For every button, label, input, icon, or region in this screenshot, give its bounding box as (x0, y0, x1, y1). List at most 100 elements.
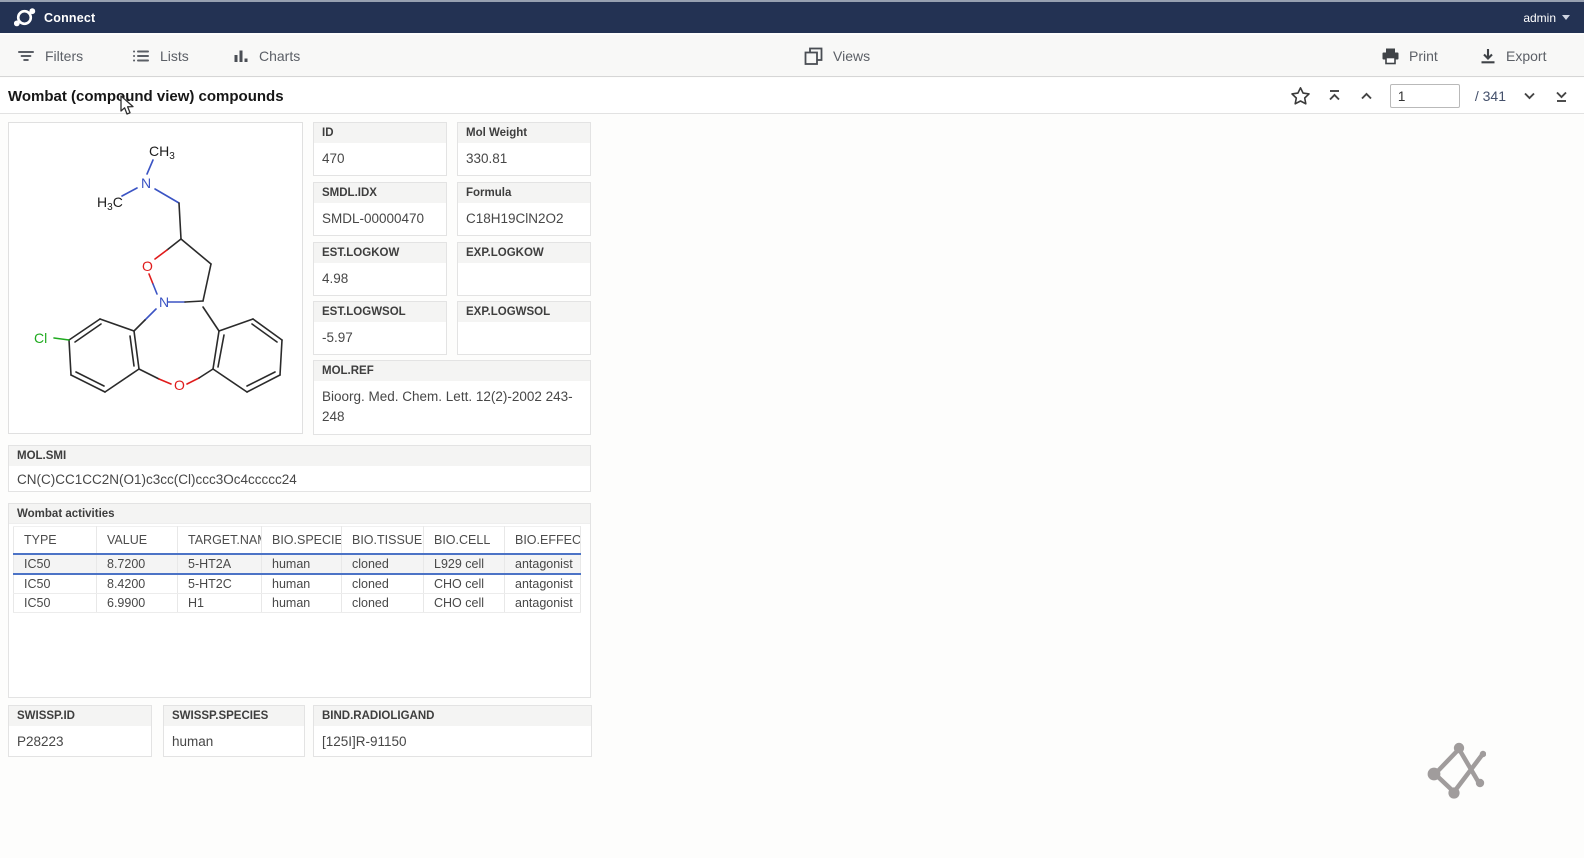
export-button[interactable]: Export (1479, 35, 1546, 77)
table-cell[interactable]: 6.9900 (97, 594, 178, 613)
table-cell[interactable]: 8.4200 (97, 574, 178, 594)
field-swissp-id-label: SWISSP.ID (9, 706, 151, 726)
activities-panel: Wombat activities TYPEVALUETARGET.NAMEBI… (8, 503, 591, 698)
field-swissp-species[interactable]: SWISSP.SPECIES human (163, 705, 305, 757)
table-cell[interactable]: 5-HT2C (178, 574, 262, 594)
column-header[interactable]: BIO.CELL (424, 527, 505, 555)
atom-label-n-ring: N (159, 294, 169, 310)
table-cell[interactable]: IC50 (14, 574, 97, 594)
user-menu[interactable]: admin (1523, 11, 1570, 25)
table-cell[interactable]: IC50 (14, 594, 97, 613)
column-header[interactable]: TYPE (14, 527, 97, 555)
export-label: Export (1506, 48, 1546, 64)
field-bind-radioligand-label: BIND.RADIOLIGAND (314, 706, 591, 726)
table-cell[interactable]: antagonist (505, 554, 581, 574)
column-header[interactable]: BIO.TISSUES (342, 527, 424, 555)
print-button[interactable]: Print (1381, 35, 1438, 77)
lists-button[interactable]: Lists (131, 35, 189, 77)
table-cell[interactable]: cloned (342, 594, 424, 613)
field-exp-logwsol[interactable]: EXP.LOGWSOL (457, 301, 591, 355)
next-record-button[interactable] (1521, 88, 1538, 104)
record-number-input[interactable] (1390, 84, 1460, 108)
structure-panel: CH3 H3C N O N Cl O (8, 122, 303, 434)
table-cell[interactable]: CHO cell (424, 594, 505, 613)
field-est-logkow-value: 4.98 (314, 263, 446, 295)
field-id[interactable]: ID 470 (313, 122, 447, 176)
app-name: Connect (44, 11, 95, 25)
column-header[interactable]: TARGET.NAME (178, 527, 262, 555)
column-header[interactable]: VALUE (97, 527, 178, 555)
printer-icon (1381, 47, 1400, 65)
activities-title: Wombat activities (9, 504, 590, 524)
atom-label-methyl-top: CH3 (149, 143, 175, 162)
page-header: Wombat (compound view) compounds / 341 (0, 78, 1584, 114)
field-mol-smi-value: CN(C)CC1CC2N(O1)c3cc(Cl)ccc3Oc4ccccc24 (9, 466, 590, 492)
field-est-logwsol[interactable]: EST.LOGWSOL -5.97 (313, 301, 447, 355)
table-cell[interactable]: 5-HT2A (178, 554, 262, 574)
connect-logo-icon (14, 7, 36, 28)
toolbar: Filters Lists Charts (0, 35, 1584, 77)
field-exp-logkow-value (458, 263, 590, 275)
previous-record-button[interactable] (1358, 88, 1375, 104)
field-swissp-id[interactable]: SWISSP.ID P28223 (8, 705, 152, 757)
last-record-button[interactable] (1553, 88, 1570, 104)
views-label: Views (833, 48, 870, 64)
last-page-icon (1553, 88, 1570, 104)
column-header[interactable]: BIO.EFFECT (505, 527, 581, 555)
table-cell[interactable]: CHO cell (424, 574, 505, 594)
table-cell[interactable]: cloned (342, 574, 424, 594)
field-mol-weight-value: 330.81 (458, 143, 590, 175)
watermark-logo-icon (1426, 738, 1486, 800)
table-cell[interactable]: human (262, 574, 342, 594)
bar-chart-icon (232, 47, 250, 65)
field-exp-logkow[interactable]: EXP.LOGKOW (457, 242, 591, 296)
field-smdl-idx-label: SMDL.IDX (314, 183, 446, 203)
field-smdl-idx[interactable]: SMDL.IDX SMDL-00000470 (313, 182, 447, 236)
field-bind-radioligand[interactable]: BIND.RADIOLIGAND [125I]R-91150 (313, 705, 592, 757)
chevron-up-icon (1358, 88, 1375, 104)
field-mol-ref[interactable]: MOL.REF Bioorg. Med. Chem. Lett. 12(2)-2… (313, 360, 591, 435)
molecule-structure: CH3 H3C N O N Cl O (9, 123, 302, 433)
filters-button[interactable]: Filters (16, 35, 83, 77)
field-mol-weight[interactable]: Mol Weight 330.81 (457, 122, 591, 176)
activities-body: IC508.72005-HT2AhumanclonedL929 cellanta… (14, 554, 581, 613)
field-mol-smi[interactable]: MOL.SMI CN(C)CC1CC2N(O1)c3cc(Cl)ccc3Oc4c… (8, 445, 591, 492)
record-pager: / 341 (1290, 78, 1570, 114)
table-cell[interactable]: H1 (178, 594, 262, 613)
charts-label: Charts (259, 48, 300, 64)
activities-table: TYPEVALUETARGET.NAMEBIO.SPECIESBIO.TISSU… (13, 526, 581, 613)
star-icon (1290, 86, 1311, 106)
table-cell[interactable]: antagonist (505, 594, 581, 613)
filters-label: Filters (45, 48, 83, 64)
table-row[interactable]: IC508.72005-HT2AhumanclonedL929 cellanta… (14, 554, 581, 574)
user-name: admin (1523, 11, 1556, 25)
first-record-button[interactable] (1326, 88, 1343, 104)
column-header[interactable]: BIO.SPECIES (262, 527, 342, 555)
table-cell[interactable]: human (262, 594, 342, 613)
atom-label-cl: Cl (34, 330, 47, 346)
chevron-down-icon (1521, 88, 1538, 104)
atom-label-methyl-left: H3C (97, 194, 123, 213)
charts-button[interactable]: Charts (232, 35, 300, 77)
table-cell[interactable]: cloned (342, 554, 424, 574)
field-bind-radioligand-value: [125I]R-91150 (314, 726, 591, 757)
print-label: Print (1409, 48, 1438, 64)
table-cell[interactable]: 8.7200 (97, 554, 178, 574)
table-row[interactable]: IC506.9900H1humanclonedCHO cellantagonis… (14, 594, 581, 613)
table-cell[interactable]: human (262, 554, 342, 574)
top-navbar: Connect admin (0, 0, 1584, 33)
table-cell[interactable]: antagonist (505, 574, 581, 594)
field-mol-ref-value: Bioorg. Med. Chem. Lett. 12(2)-2002 243-… (314, 381, 590, 432)
table-cell[interactable]: IC50 (14, 554, 97, 574)
field-est-logkow[interactable]: EST.LOGKOW 4.98 (313, 242, 447, 296)
field-formula[interactable]: Formula C18H19ClN2O2 (457, 182, 591, 236)
page-title: Wombat (compound view) compounds (8, 78, 284, 114)
table-cell[interactable]: L929 cell (424, 554, 505, 574)
favorite-star-button[interactable] (1290, 86, 1311, 106)
field-est-logkow-label: EST.LOGKOW (314, 243, 446, 263)
table-row[interactable]: IC508.42005-HT2ChumanclonedCHO cellantag… (14, 574, 581, 594)
field-smdl-idx-value: SMDL-00000470 (314, 203, 446, 235)
views-button[interactable]: Views (803, 35, 870, 77)
app-logo[interactable]: Connect (14, 7, 95, 28)
download-icon (1479, 47, 1497, 65)
